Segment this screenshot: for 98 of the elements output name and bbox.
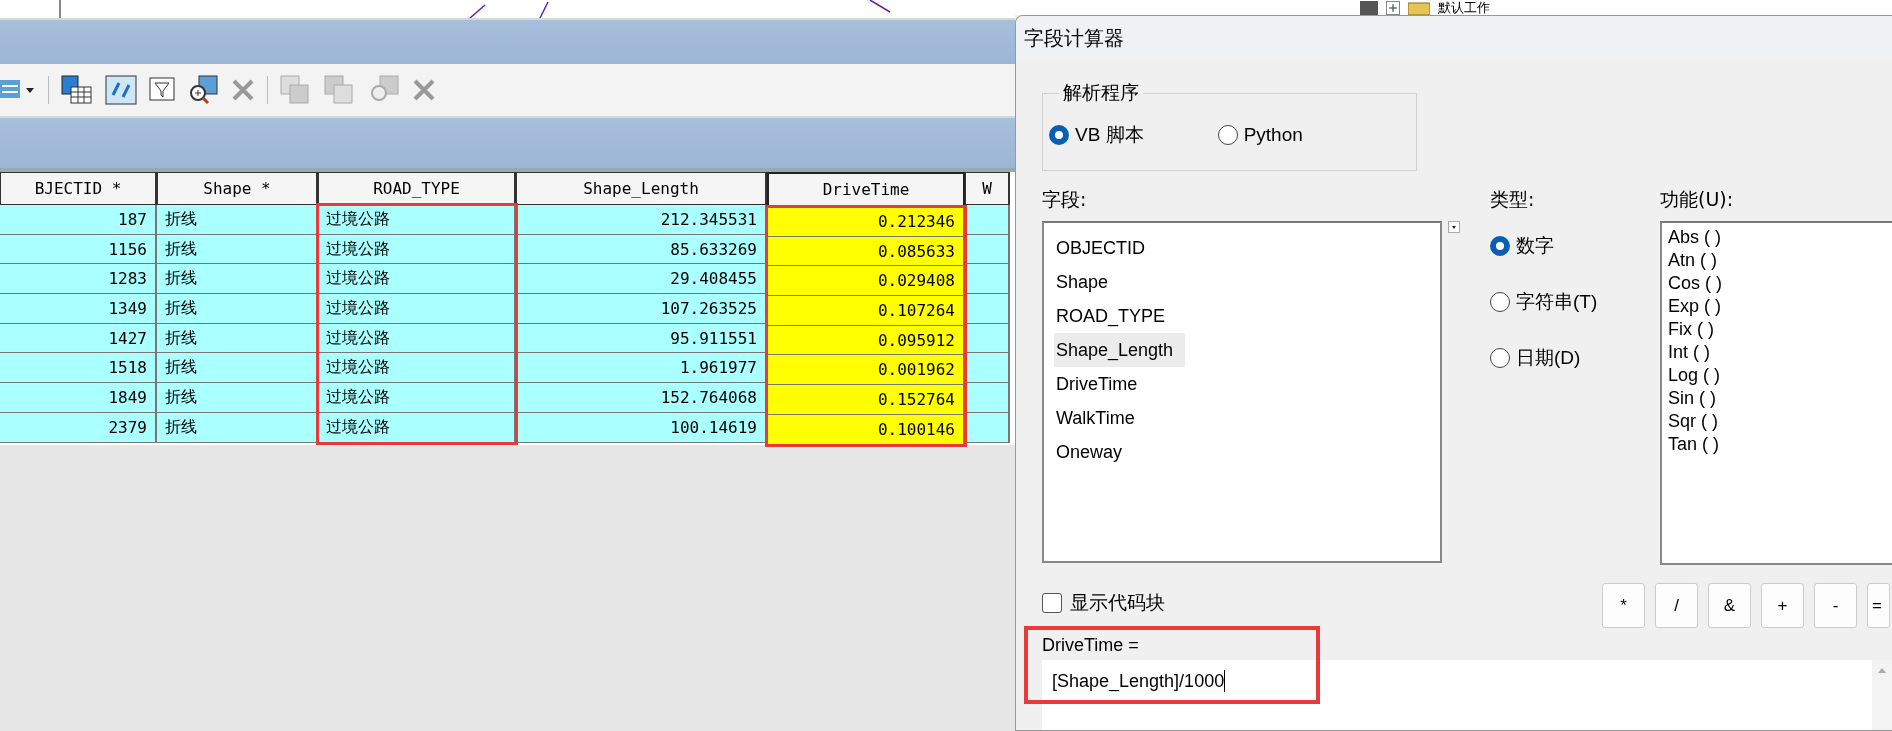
operator-button[interactable]: = — [1867, 583, 1890, 628]
field-item[interactable]: Shape_Length — [1054, 333, 1186, 367]
table-cell: 折线 — [157, 412, 318, 443]
workspace-label[interactable]: 默认工作 — [1438, 1, 1490, 15]
function-item[interactable]: Tan ( ) — [1668, 434, 1892, 457]
function-item[interactable]: Log ( ) — [1668, 365, 1892, 388]
window-title: 字段计算器 — [1016, 16, 1892, 60]
table-cell: 折线 — [157, 323, 318, 354]
field-item[interactable]: ROAD_TYPE — [1054, 299, 1168, 333]
copy-icon[interactable] — [280, 75, 312, 105]
column-header[interactable]: ROAD_TYPE — [318, 172, 516, 205]
table-cell: 212.345531 — [516, 205, 767, 235]
operator-button[interactable]: - — [1814, 583, 1857, 628]
field-item[interactable]: WalkTime — [1054, 401, 1137, 435]
function-item[interactable]: Abs ( ) — [1668, 227, 1892, 250]
table-cell — [965, 264, 1010, 295]
radio-option[interactable]: 字符串(T) — [1490, 289, 1660, 315]
table-cell: 过境公路 — [318, 383, 516, 413]
table-cell: 1349 — [0, 294, 157, 324]
table-cell: 1849 — [0, 383, 157, 413]
table-cell: 100.14619 — [516, 412, 767, 443]
table-cell: 0.001962 — [767, 355, 965, 386]
expand-icon[interactable] — [1386, 1, 1400, 15]
delete-icon[interactable] — [412, 78, 436, 102]
table-cell: 85.633269 — [516, 234, 767, 265]
table-cell: 0.085633 — [767, 236, 965, 267]
table-cell: 过境公路 — [318, 234, 516, 265]
table-cell — [965, 205, 1010, 235]
zoom-icon[interactable] — [187, 75, 219, 105]
table-cell: 152.764068 — [516, 383, 767, 413]
radio-option[interactable]: Python — [1217, 122, 1303, 148]
table-cell: 1518 — [0, 353, 157, 384]
table-cell: 过境公路 — [318, 264, 516, 295]
table-cell: 1283 — [0, 264, 157, 295]
table-cell: 折线 — [157, 234, 318, 265]
table-cell: 折线 — [157, 264, 318, 295]
fields-label: 字段: — [1042, 187, 1088, 212]
table-cell: 过境公路 — [318, 205, 516, 235]
column-header[interactable]: Shape * — [157, 172, 318, 205]
table-cell: 0.212346 — [767, 207, 965, 237]
table-cell: 折线 — [157, 294, 318, 324]
table-cell: 29.408455 — [516, 264, 767, 295]
table-cell: 107.263525 — [516, 294, 767, 324]
table-cell — [965, 383, 1010, 413]
column-header[interactable]: W — [965, 172, 1010, 205]
table-cell: 0.107264 — [767, 296, 965, 326]
table-cell: 过境公路 — [318, 353, 516, 384]
table-cell: 折线 — [157, 353, 318, 384]
table-cell: 95.911551 — [516, 323, 767, 354]
table-cell: 过境公路 — [318, 294, 516, 324]
field-item[interactable]: OBJECTID — [1054, 231, 1147, 265]
table-cell: 0.029408 — [767, 266, 965, 297]
table-cell: 2379 — [0, 412, 157, 443]
column-header[interactable]: DriveTime — [767, 172, 965, 207]
delete-icon[interactable] — [231, 78, 255, 102]
funnel-icon[interactable] — [149, 77, 175, 103]
expression-label: DriveTime = — [1042, 635, 1139, 656]
table-icon[interactable] — [61, 75, 93, 105]
function-item[interactable]: Sqr ( ) — [1668, 411, 1892, 434]
function-item[interactable]: Exp ( ) — [1668, 296, 1892, 319]
field-item[interactable]: Shape — [1054, 265, 1111, 299]
table-cell: 0.152764 — [767, 385, 965, 415]
scroll-up-icon[interactable] — [1877, 666, 1887, 674]
dropdown-icon[interactable] — [1448, 221, 1460, 233]
table-cell — [965, 294, 1010, 324]
column-header[interactable]: Shape_Length — [516, 172, 767, 205]
table-cell: 187 — [0, 205, 157, 235]
table-cell: 1427 — [0, 323, 157, 354]
radio-option[interactable]: VB 脚本 — [1049, 122, 1144, 148]
field-item[interactable]: DriveTime — [1054, 367, 1140, 401]
table-cell: 折线 — [157, 205, 318, 235]
operator-button[interactable]: / — [1655, 583, 1698, 628]
expression-field[interactable]: [Shape_Length]/1000 — [1042, 660, 1892, 730]
function-item[interactable]: Int ( ) — [1668, 342, 1892, 365]
table-cell: 折线 — [157, 383, 318, 413]
field-item[interactable]: Oneway — [1054, 435, 1125, 469]
table-cell: 0.100146 — [767, 414, 965, 445]
operator-button[interactable]: * — [1602, 583, 1645, 628]
radio-option[interactable]: 数字 — [1490, 233, 1660, 259]
table-cell: 1156 — [0, 234, 157, 265]
table-cell: 过境公路 — [318, 323, 516, 354]
function-item[interactable]: Cos ( ) — [1668, 273, 1892, 296]
operator-button[interactable]: & — [1708, 583, 1751, 628]
table-cell — [965, 353, 1010, 384]
show-code-checkbox[interactable]: 显示代码块 — [1042, 589, 1602, 616]
table-cell: 1.961977 — [516, 353, 767, 384]
type-label: 类型: — [1490, 187, 1536, 212]
operator-button[interactable]: + — [1761, 583, 1804, 628]
column-header[interactable]: BJECTID * — [0, 172, 157, 205]
table-cell: 0.095912 — [767, 325, 965, 356]
functions-label: 功能(U): — [1660, 187, 1735, 212]
function-item[interactable]: Fix ( ) — [1668, 319, 1892, 342]
function-item[interactable]: Atn ( ) — [1668, 250, 1892, 273]
table-cell: 过境公路 — [318, 412, 516, 443]
switch-icon[interactable] — [105, 75, 137, 105]
function-item[interactable]: Sin ( ) — [1668, 388, 1892, 411]
radio-option[interactable]: 日期(D) — [1490, 345, 1660, 371]
copy-icon[interactable] — [324, 75, 356, 105]
